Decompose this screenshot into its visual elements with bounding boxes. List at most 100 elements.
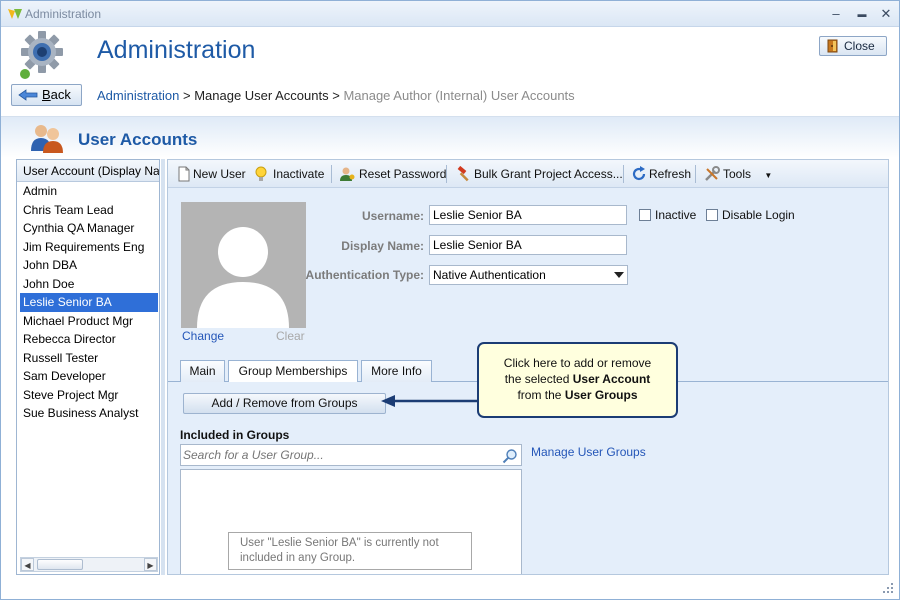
scrollbar-thumb[interactable] xyxy=(37,559,83,570)
minimize-button[interactable]: – xyxy=(825,5,847,23)
bulk-grant-label: Bulk Grant Project Access... xyxy=(474,167,623,181)
close-button-label: Close xyxy=(844,39,875,53)
horizontal-scrollbar[interactable]: ◀ ▶ xyxy=(20,557,158,572)
back-button-label: ack xyxy=(50,87,71,102)
back-accel-key: B xyxy=(42,87,51,102)
checkbox-box xyxy=(706,209,718,221)
inactivate-button[interactable]: Inactivate xyxy=(253,166,324,182)
inactive-checkbox[interactable]: Inactive xyxy=(639,208,696,222)
user-list-item[interactable]: Jim Requirements Eng xyxy=(20,238,158,257)
callout-pointer-arrow-icon xyxy=(381,395,479,407)
display-name-field[interactable]: Leslie Senior BA xyxy=(429,235,627,255)
breadcrumb-separator: > xyxy=(179,88,195,103)
group-search-box xyxy=(180,444,522,466)
app-logo-icon xyxy=(8,9,22,19)
refresh-icon xyxy=(632,166,646,181)
authentication-type-select[interactable]: Native Authentication xyxy=(429,265,628,285)
tools-label: Tools xyxy=(723,167,752,181)
user-list-item[interactable]: Cynthia QA Manager xyxy=(20,219,158,238)
toolbar-separator xyxy=(623,165,624,183)
callout-line: the selected User Account xyxy=(479,371,676,387)
tab-main[interactable]: Main xyxy=(180,360,225,382)
callout-text: the selected xyxy=(504,372,573,386)
toolbar-separator xyxy=(446,165,447,183)
user-list-item[interactable]: Steve Project Mgr xyxy=(20,386,158,405)
hammer-icon xyxy=(457,166,469,182)
tools-menu-button[interactable]: Tools ▼ xyxy=(704,166,772,182)
included-in-groups-label: Included in Groups xyxy=(180,428,290,442)
user-list-item[interactable]: John Doe xyxy=(20,275,158,294)
gear-icon xyxy=(20,31,63,79)
refresh-label: Refresh xyxy=(649,167,692,181)
user-account-list-panel: User Account (Display Name) AdminChris T… xyxy=(16,159,160,575)
search-icon[interactable] xyxy=(502,448,518,464)
display-name-label: Display Name: xyxy=(341,239,424,253)
new-user-button[interactable]: New User xyxy=(176,166,246,182)
user-list-item[interactable]: Admin xyxy=(20,182,158,201)
toolbar: New User Inactivate Reset Password Bulk … xyxy=(168,160,888,188)
breadcrumb-link-administration[interactable]: Administration xyxy=(97,88,179,103)
breadcrumb-link-manage-user-accounts[interactable]: Manage User Accounts xyxy=(194,88,328,103)
page-header: Administration Close Back Administration… xyxy=(1,28,899,116)
bulk-grant-project-access-button[interactable]: Bulk Grant Project Access... xyxy=(456,166,623,182)
list-column-header[interactable]: User Account (Display Name) xyxy=(17,160,159,182)
reset-password-button[interactable]: Reset Password xyxy=(340,166,446,182)
group-search-input[interactable] xyxy=(183,447,499,463)
add-remove-from-groups-button[interactable]: Add / Remove from Groups xyxy=(183,393,386,414)
tab-group-memberships[interactable]: Group Memberships xyxy=(228,360,358,383)
window-close-button[interactable]: ✕ xyxy=(875,5,897,23)
user-list-item[interactable]: Sue Business Analyst xyxy=(20,404,158,423)
tab-more-info[interactable]: More Info xyxy=(361,360,432,382)
user-account-list: Admin Chris Team Lead Cynthia QA Manager Ji… xyxy=(20,182,158,423)
door-exit-icon xyxy=(827,39,838,53)
maximize-button[interactable]: ▬ xyxy=(851,5,873,23)
callout-line: from the User Groups xyxy=(479,387,676,403)
dropdown-arrow-icon xyxy=(614,272,624,278)
inactivate-label: Inactivate xyxy=(273,167,325,181)
included-groups-list: User "Leslie Senior BA" is currently not… xyxy=(180,469,522,574)
callout-bold-text: User Account xyxy=(572,372,651,386)
username-label: Username: xyxy=(361,209,424,223)
checkbox-box xyxy=(639,209,651,221)
clear-photo-link[interactable]: Clear xyxy=(276,329,305,343)
page-title: Administration xyxy=(97,36,256,64)
user-list-item[interactable]: Chris Team Lead xyxy=(20,201,158,220)
new-user-label: New User xyxy=(193,167,246,181)
section-header: User Accounts xyxy=(1,116,899,158)
title-bar: Administration – ▬ ✕ xyxy=(1,1,899,27)
authentication-type-value: Native Authentication xyxy=(433,268,546,282)
user-key-icon xyxy=(340,167,355,181)
admin-window: Administration – ▬ ✕ Administration Clos… xyxy=(0,0,900,600)
panel-splitter[interactable] xyxy=(161,159,165,575)
scroll-left-icon[interactable]: ◀ xyxy=(21,558,34,571)
help-callout: Click here to add or remove the selected… xyxy=(477,342,678,418)
inactive-label: Inactive xyxy=(655,208,697,222)
chevron-down-icon: ▼ xyxy=(764,171,773,180)
refresh-button[interactable]: Refresh xyxy=(631,166,691,182)
resize-grip-icon[interactable] xyxy=(883,583,893,593)
breadcrumb-separator: > xyxy=(328,88,344,103)
close-button[interactable]: Close xyxy=(819,36,887,56)
back-button[interactable]: Back xyxy=(11,84,82,106)
arrow-left-icon xyxy=(18,89,38,101)
users-icon xyxy=(31,125,63,153)
user-list-item[interactable]: Rebecca Director xyxy=(20,330,158,349)
username-field[interactable]: Leslie Senior BA xyxy=(429,205,627,225)
empty-message-line: included in any Group. xyxy=(240,552,356,564)
user-list-item[interactable]: Sam Developer xyxy=(20,367,158,386)
breadcrumb-current: Manage Author (Internal) User Accounts xyxy=(343,88,575,103)
window-title: Administration xyxy=(25,7,102,21)
scroll-right-icon[interactable]: ▶ xyxy=(144,558,157,571)
disable-login-checkbox[interactable]: Disable Login xyxy=(706,208,795,222)
manage-user-groups-link[interactable]: Manage User Groups xyxy=(531,445,646,459)
user-list-item[interactable]: John DBA xyxy=(20,256,158,275)
reset-password-label: Reset Password xyxy=(359,167,447,181)
section-title: User Accounts xyxy=(78,130,198,149)
tools-icon xyxy=(705,166,720,181)
lightbulb-icon xyxy=(255,166,267,181)
user-list-item[interactable]: Leslie Senior BA xyxy=(20,293,158,312)
callout-text: from the xyxy=(517,388,565,402)
change-photo-link[interactable]: Change xyxy=(182,329,224,343)
user-list-item[interactable]: Russell Tester xyxy=(20,349,158,368)
user-list-item[interactable]: Michael Product Mgr xyxy=(20,312,158,331)
